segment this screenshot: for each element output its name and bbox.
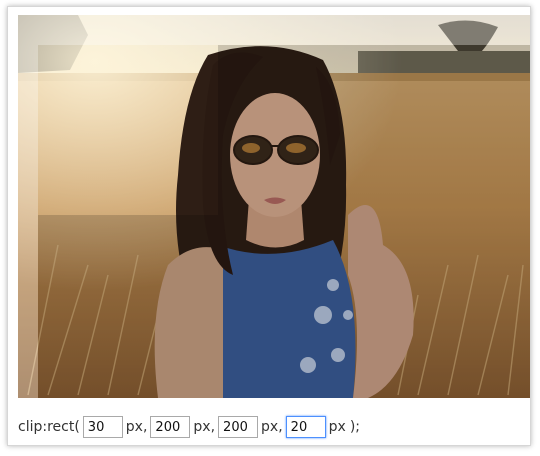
- clip-controls: clip:rect( px, px, px, px );: [18, 415, 360, 439]
- demo-panel: clip:rect( px, px, px, px );: [7, 6, 531, 446]
- clipped-region-right: [218, 45, 530, 398]
- unit-label: px,: [261, 419, 283, 435]
- unit-label: px,: [193, 419, 216, 435]
- unit-label-last: px: [328, 419, 346, 435]
- clip-left-input[interactable]: [285, 416, 326, 438]
- clip-top-input[interactable]: [82, 416, 123, 438]
- clip-right-input[interactable]: [150, 416, 191, 438]
- clipped-region-top: [18, 15, 530, 45]
- clip-bottom-input[interactable]: [218, 416, 259, 438]
- clipped-region-left: [18, 45, 38, 398]
- clipped-region-bottom: [38, 215, 218, 398]
- clip-prefix-label: clip:rect(: [18, 419, 80, 435]
- unit-label: px,: [125, 419, 148, 435]
- clip-preview: [18, 15, 530, 398]
- clip-suffix-label: );: [349, 419, 361, 435]
